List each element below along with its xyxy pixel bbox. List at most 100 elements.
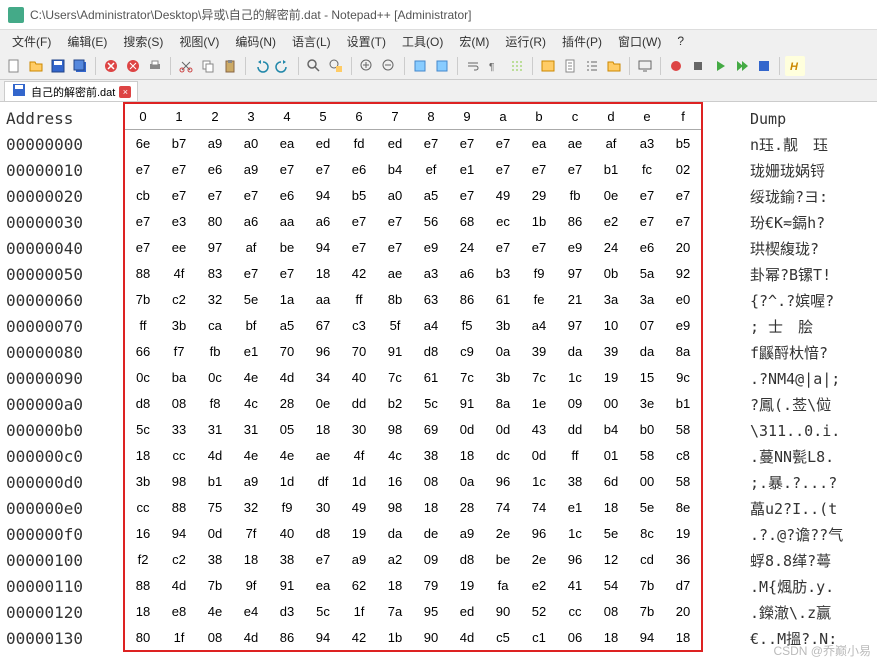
hex-cell[interactable]: 96 [557, 546, 593, 572]
hex-cell[interactable]: b1 [665, 390, 701, 416]
hex-cell[interactable]: 90 [413, 624, 449, 650]
play-multi-icon[interactable] [732, 56, 752, 76]
hex-cell[interactable]: da [629, 338, 665, 364]
hex-cell[interactable]: 66 [125, 338, 161, 364]
hex-cell[interactable]: 4f [161, 260, 197, 286]
hex-cell[interactable]: 91 [269, 572, 305, 598]
hex-cell[interactable]: e7 [485, 130, 521, 156]
hex-cell[interactable]: 94 [305, 182, 341, 208]
hex-cell[interactable]: a6 [449, 260, 485, 286]
hex-cell[interactable]: 94 [161, 520, 197, 546]
paste-icon[interactable] [220, 56, 240, 76]
hex-cell[interactable]: 18 [413, 494, 449, 520]
hex-cell[interactable]: c1 [521, 624, 557, 650]
hex-cell[interactable]: 3e [629, 390, 665, 416]
hex-cell[interactable]: 4e [233, 442, 269, 468]
hex-cell[interactable]: ed [449, 598, 485, 624]
hex-cell[interactable]: 1b [377, 624, 413, 650]
hex-cell[interactable]: 38 [413, 442, 449, 468]
hex-cell[interactable]: a0 [377, 182, 413, 208]
hex-cell[interactable]: ee [161, 234, 197, 260]
hex-cell[interactable]: 4e [197, 598, 233, 624]
hex-cell[interactable]: 68 [449, 208, 485, 234]
hex-cell[interactable]: 9c [665, 364, 701, 390]
hex-cell[interactable]: e9 [413, 234, 449, 260]
hex-cell[interactable]: e2 [521, 572, 557, 598]
hex-cell[interactable]: 3b [161, 312, 197, 338]
hex-cell[interactable]: 36 [665, 546, 701, 572]
hex-cell[interactable]: 88 [125, 260, 161, 286]
hex-cell[interactable]: e7 [233, 260, 269, 286]
hex-cell[interactable]: 49 [341, 494, 377, 520]
hex-cell[interactable]: 30 [341, 416, 377, 442]
hex-cell[interactable]: 20 [665, 598, 701, 624]
hex-cell[interactable]: da [377, 520, 413, 546]
zoom-in-icon[interactable] [357, 56, 377, 76]
hex-cell[interactable]: 80 [125, 624, 161, 650]
hex-cell[interactable]: 40 [341, 364, 377, 390]
hex-cell[interactable]: e7 [161, 182, 197, 208]
hex-editor[interactable]: Address 00000000000000100000002000000030… [0, 102, 877, 663]
hex-cell[interactable]: 24 [449, 234, 485, 260]
hex-cell[interactable]: 18 [305, 416, 341, 442]
hex-cell[interactable]: 38 [557, 468, 593, 494]
hex-cell[interactable]: b3 [485, 260, 521, 286]
indent-guide-icon[interactable] [507, 56, 527, 76]
hex-cell[interactable]: e7 [485, 234, 521, 260]
hex-cell[interactable]: 4d [197, 442, 233, 468]
hex-cell[interactable]: 70 [269, 338, 305, 364]
menu-item[interactable]: 设置(T) [339, 33, 394, 50]
sync-h-icon[interactable] [432, 56, 452, 76]
hex-cell[interactable]: fd [341, 130, 377, 156]
hex-cell[interactable]: 9f [233, 572, 269, 598]
hex-cell[interactable]: 7b [629, 598, 665, 624]
hex-cell[interactable]: 07 [629, 312, 665, 338]
hex-cell[interactable]: dc [485, 442, 521, 468]
hex-cell[interactable]: ec [485, 208, 521, 234]
folder-view-icon[interactable] [604, 56, 624, 76]
save-all-icon[interactable] [70, 56, 90, 76]
hex-cell[interactable]: 4d [161, 572, 197, 598]
hex-cell[interactable]: 97 [197, 234, 233, 260]
hex-cell[interactable]: 79 [413, 572, 449, 598]
hex-cell[interactable]: 74 [485, 494, 521, 520]
hex-cell[interactable]: 08 [413, 468, 449, 494]
hex-cell[interactable]: dd [557, 416, 593, 442]
hex-cell[interactable]: e6 [341, 156, 377, 182]
print-icon[interactable] [145, 56, 165, 76]
hex-cell[interactable]: ea [269, 130, 305, 156]
lang-icon[interactable] [538, 56, 558, 76]
hex-cell[interactable]: 10 [593, 312, 629, 338]
hex-cell[interactable]: cc [161, 442, 197, 468]
hex-cell[interactable]: ed [377, 130, 413, 156]
hex-cell[interactable]: b5 [665, 130, 701, 156]
hex-cell[interactable]: c3 [341, 312, 377, 338]
hex-cell[interactable]: 1c [557, 364, 593, 390]
hex-cell[interactable]: cb [125, 182, 161, 208]
hex-cell[interactable]: ba [161, 364, 197, 390]
hex-cell[interactable]: 20 [665, 234, 701, 260]
hex-cell[interactable]: 67 [305, 312, 341, 338]
hex-cell[interactable]: 1a [269, 286, 305, 312]
menu-item[interactable]: 运行(R) [497, 33, 554, 50]
sync-v-icon[interactable] [410, 56, 430, 76]
copy-icon[interactable] [198, 56, 218, 76]
hex-cell[interactable]: 5e [593, 520, 629, 546]
hex-cell[interactable]: 29 [521, 182, 557, 208]
record-macro-icon[interactable] [666, 56, 686, 76]
open-file-icon[interactable] [26, 56, 46, 76]
cut-icon[interactable] [176, 56, 196, 76]
hex-cell[interactable]: 7f [233, 520, 269, 546]
hex-cell[interactable]: 16 [377, 468, 413, 494]
hex-cell[interactable]: bf [233, 312, 269, 338]
hex-cell[interactable]: 08 [593, 598, 629, 624]
hex-cell[interactable]: a9 [449, 520, 485, 546]
hex-cell[interactable]: 12 [593, 546, 629, 572]
hex-cell[interactable]: 62 [341, 572, 377, 598]
hex-cell[interactable]: 98 [377, 416, 413, 442]
hex-cell[interactable]: 58 [665, 416, 701, 442]
hex-cell[interactable]: a2 [377, 546, 413, 572]
hex-cell[interactable]: de [413, 520, 449, 546]
hex-cell[interactable]: 32 [197, 286, 233, 312]
hex-cell[interactable]: 61 [413, 364, 449, 390]
